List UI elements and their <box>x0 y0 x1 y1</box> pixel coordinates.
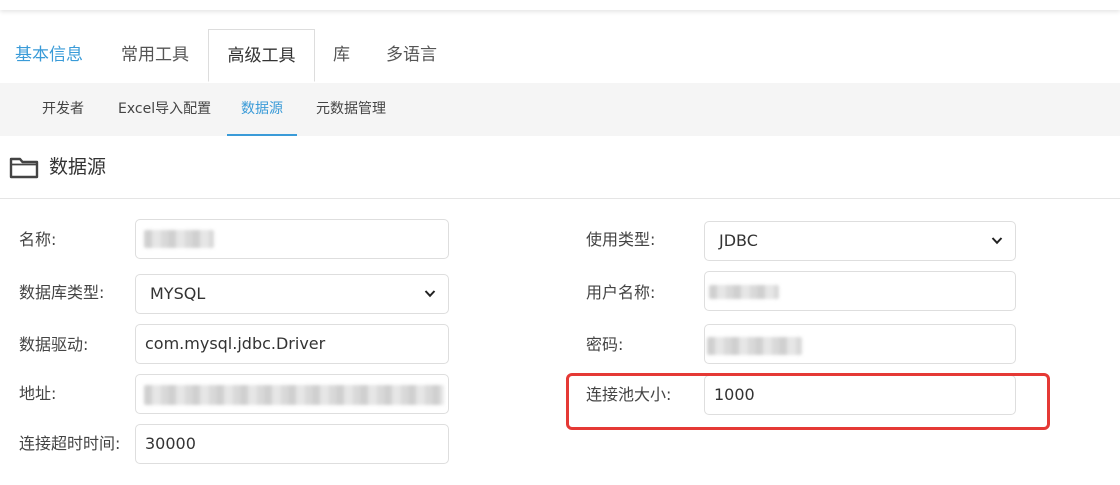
username-label: 用户名称: <box>586 283 656 302</box>
redacted-username <box>709 285 779 299</box>
tab-basic-info[interactable]: 基本信息 <box>15 29 83 82</box>
tab-common-tools[interactable]: 常用工具 <box>121 29 189 82</box>
driver-input[interactable]: com.mysql.jdbc.Driver <box>135 324 449 364</box>
db-type-value: MYSQL <box>150 284 206 303</box>
chevron-down-icon <box>991 237 1003 245</box>
subtab-excel-import[interactable]: Excel导入配置 <box>118 83 211 136</box>
use-type-select[interactable]: JDBC <box>704 221 1016 261</box>
tab-library[interactable]: 库 <box>333 29 350 82</box>
sub-tab-bar: 开发者 Excel导入配置 数据源 元数据管理 <box>0 83 1120 136</box>
name-label: 名称: <box>19 230 57 249</box>
use-type-value: JDBC <box>719 231 758 250</box>
password-label: 密码: <box>586 335 624 354</box>
driver-label: 数据驱动: <box>19 335 89 354</box>
tab-multi-language[interactable]: 多语言 <box>386 29 437 82</box>
db-type-select[interactable]: MYSQL <box>135 274 449 314</box>
name-input[interactable] <box>135 219 449 259</box>
timeout-input[interactable]: 30000 <box>135 424 449 464</box>
section-header: 数据源 <box>0 136 1120 199</box>
password-input[interactable] <box>704 324 1016 364</box>
section-title: 数据源 <box>49 156 107 178</box>
redacted-name <box>144 230 214 248</box>
pool-size-highlight-box <box>566 373 1050 430</box>
driver-value: com.mysql.jdbc.Driver <box>145 334 326 353</box>
subtab-datasource[interactable]: 数据源 <box>227 83 297 136</box>
timeout-value: 30000 <box>145 434 196 453</box>
chevron-down-icon <box>424 290 436 298</box>
tab-advanced-tools[interactable]: 高级工具 <box>208 29 315 82</box>
subtab-metadata[interactable]: 元数据管理 <box>316 83 386 136</box>
timeout-label: 连接超时时间: <box>19 434 121 453</box>
subtab-developer[interactable]: 开发者 <box>42 83 84 136</box>
username-input[interactable] <box>704 271 1016 311</box>
db-type-label: 数据库类型: <box>19 283 105 302</box>
main-tab-bar: 基本信息 常用工具 高级工具 库 多语言 <box>0 29 1120 84</box>
redacted-address <box>144 385 444 405</box>
address-label: 地址: <box>19 384 57 403</box>
address-input[interactable] <box>135 374 449 414</box>
use-type-label: 使用类型: <box>586 230 656 249</box>
redacted-password <box>707 337 802 355</box>
folder-icon <box>9 157 39 179</box>
top-bar <box>0 0 1120 10</box>
